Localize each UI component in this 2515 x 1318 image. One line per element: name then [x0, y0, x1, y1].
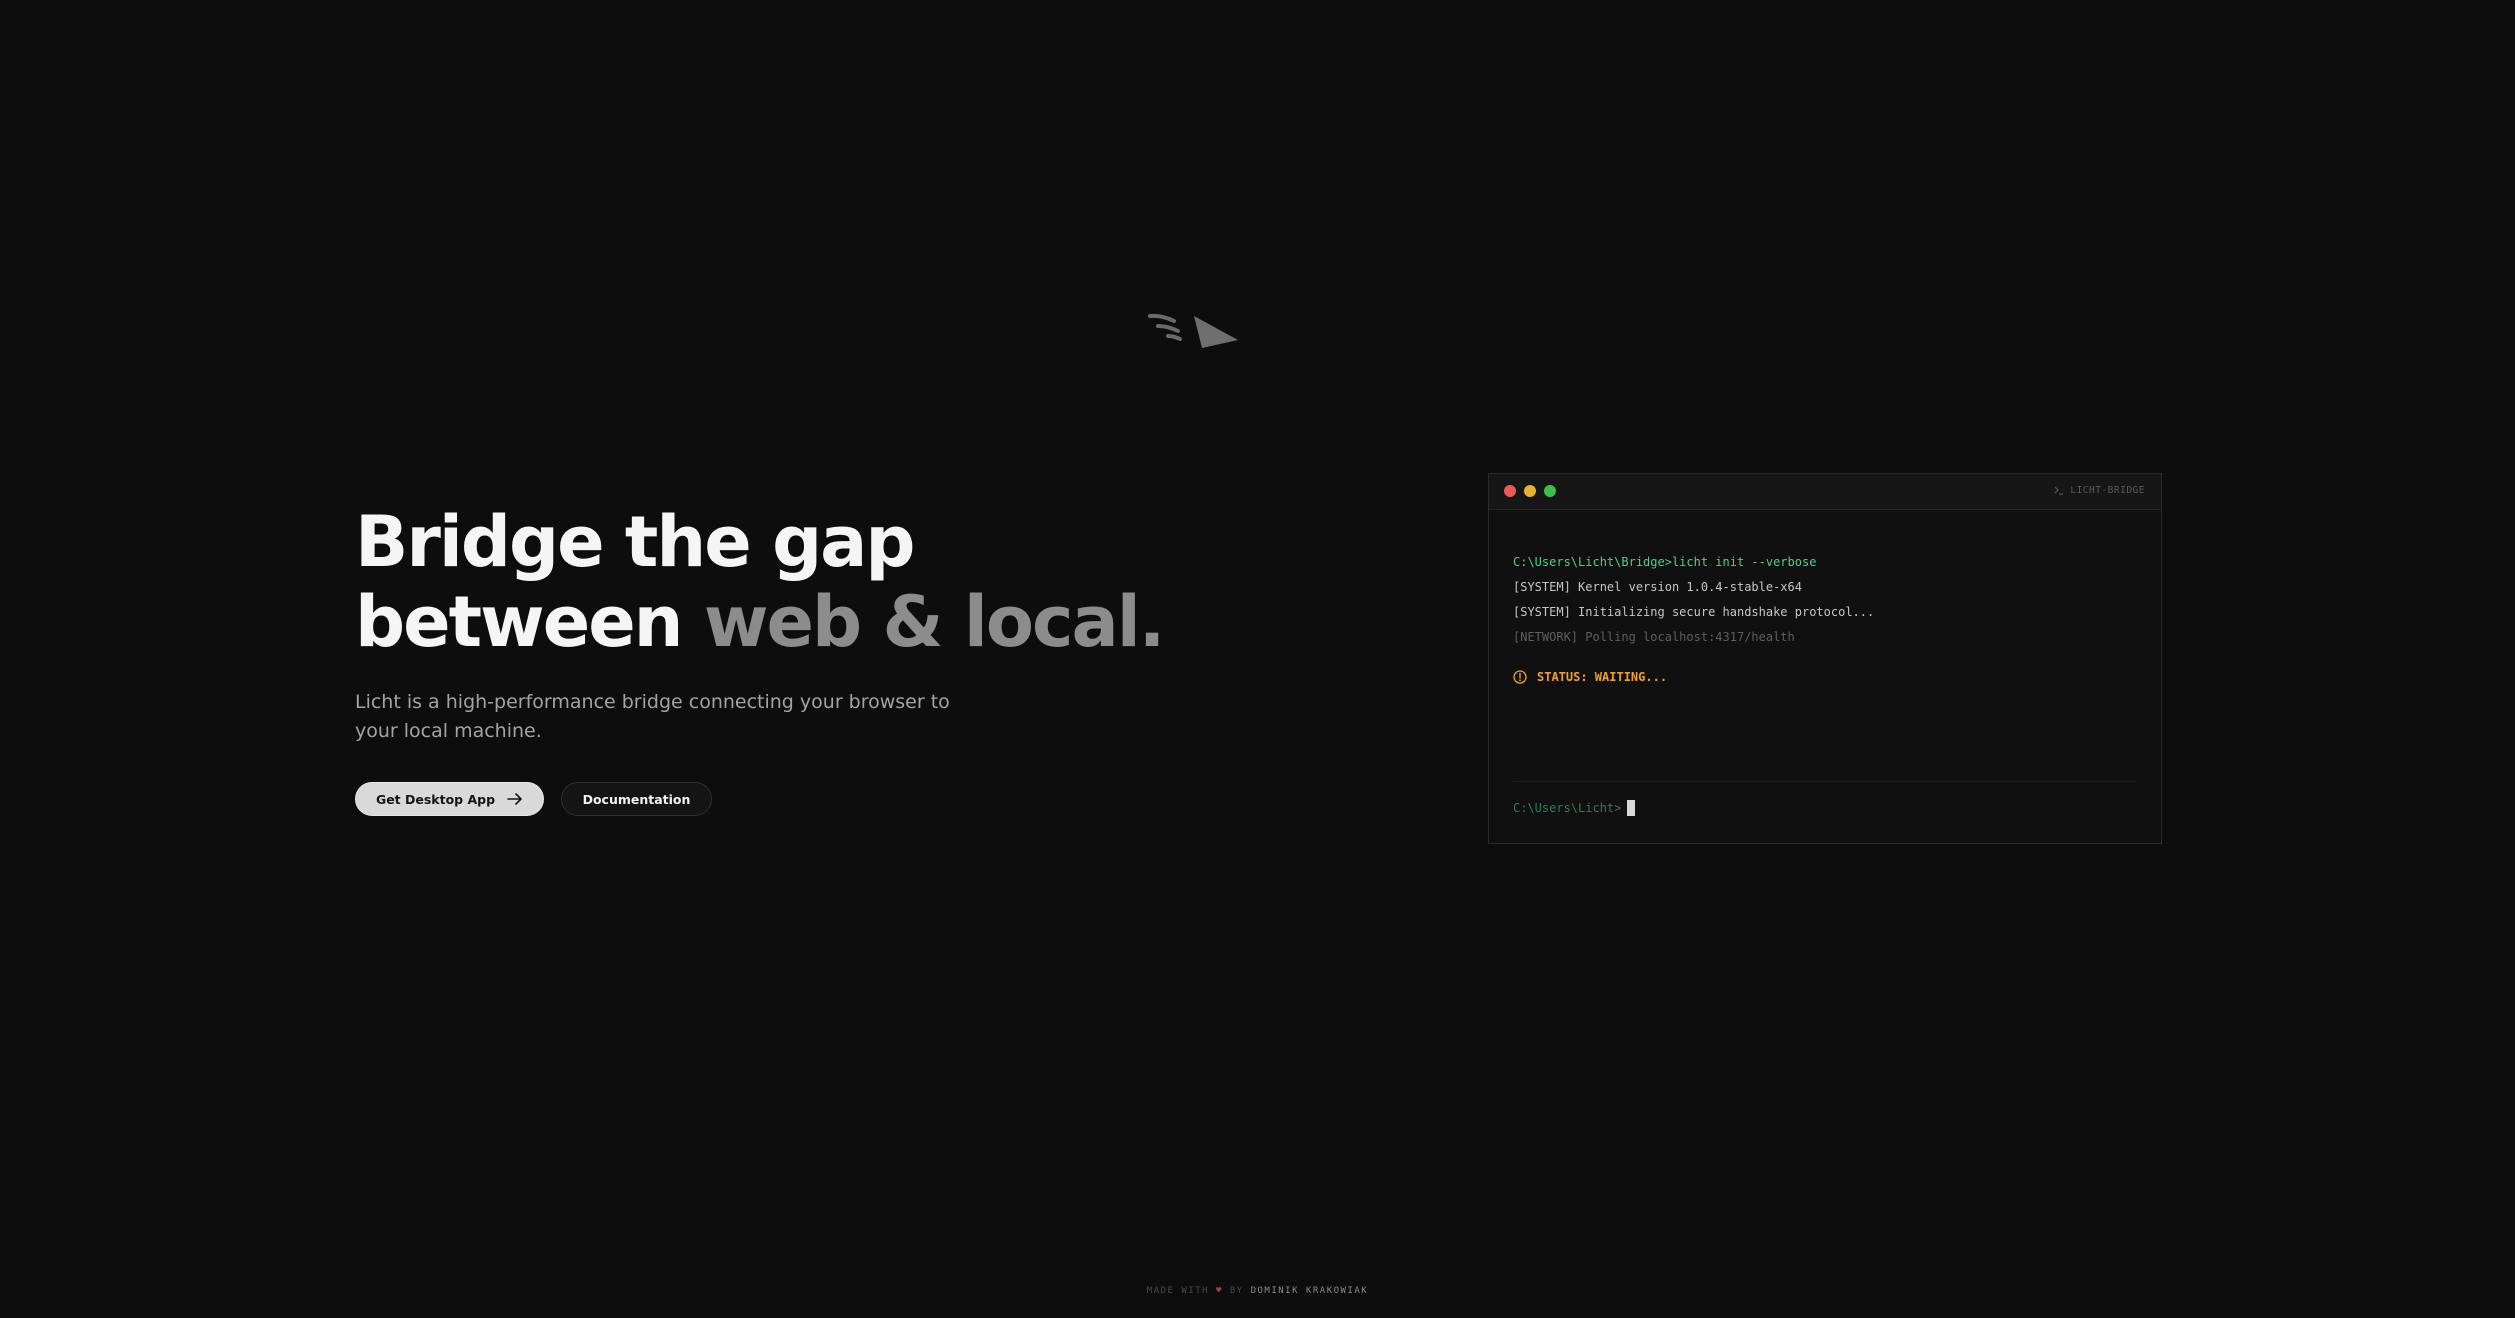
documentation-label: Documentation [582, 791, 691, 807]
headline-highlight: web & local. [703, 581, 1165, 663]
terminal-cursor [1627, 800, 1636, 816]
headline-line-2-start: between [355, 581, 704, 663]
hero-section: Bridge the gap between web & local. Lich… [355, 501, 1165, 816]
terminal-prompt-icon [2054, 486, 2064, 495]
headline-line-2: between web & local. [355, 581, 1165, 663]
get-desktop-app-button[interactable]: Get Desktop App [355, 782, 544, 816]
get-desktop-app-label: Get Desktop App [375, 791, 496, 807]
heart-icon: ♥ [1215, 1286, 1223, 1296]
hero-headline: Bridge the gap between web & local. [355, 501, 1165, 663]
documentation-button[interactable]: Documentation [561, 782, 712, 816]
terminal-command-line: C:\Users\Licht\Bridge>licht init --verbo… [1513, 555, 1817, 569]
footer-by: BY [1229, 1286, 1244, 1296]
terminal-divider [1513, 781, 2137, 782]
hero-actions: Get Desktop App Documentation [355, 782, 712, 816]
terminal-status: STATUS: WAITING... [1513, 670, 2137, 684]
minimize-window-dot[interactable] [1524, 485, 1536, 497]
terminal-output: C:\Users\Licht\Bridge>licht init --verbo… [1513, 550, 2137, 684]
warning-circle-icon [1513, 670, 1527, 684]
terminal-title-label: LICHT-BRIDGE [2070, 485, 2145, 496]
terminal-prompt-label: C:\Users\Licht> [1513, 801, 1622, 815]
terminal-log-line: [SYSTEM] Kernel version 1.0.4-stable-x64 [1513, 580, 1802, 594]
terminal-input[interactable]: C:\Users\Licht> [1513, 800, 1636, 816]
terminal-log-line: [SYSTEM] Initializing secure handshake p… [1513, 605, 1875, 619]
close-window-dot[interactable] [1504, 485, 1516, 497]
arrow-right-icon [507, 793, 522, 805]
headline-line-1: Bridge the gap [355, 501, 916, 583]
terminal-title: LICHT-BRIDGE [2054, 485, 2145, 496]
hero-subtitle: Licht is a high-performance bridge conne… [355, 691, 950, 742]
terminal-title-bar: LICHT-BRIDGE [1489, 474, 2161, 510]
footer-author[interactable]: DOMINIK KRAKOWIAK [1251, 1286, 1369, 1296]
terminal-window: LICHT-BRIDGE C:\Users\Licht\Bridge>licht… [1488, 473, 2162, 844]
terminal-status-label: STATUS: WAITING... [1537, 670, 1668, 684]
footer-credit: MADE WITH ♥ BY DOMINIK KRAKOWIAK [0, 1286, 2515, 1296]
terminal-log-line: [NETWORK] Polling localhost:4317/health [1513, 630, 1795, 644]
paper-plane-icon [1148, 313, 1238, 348]
maximize-window-dot[interactable] [1544, 485, 1556, 497]
footer-made-with: MADE WITH [1146, 1286, 1210, 1296]
